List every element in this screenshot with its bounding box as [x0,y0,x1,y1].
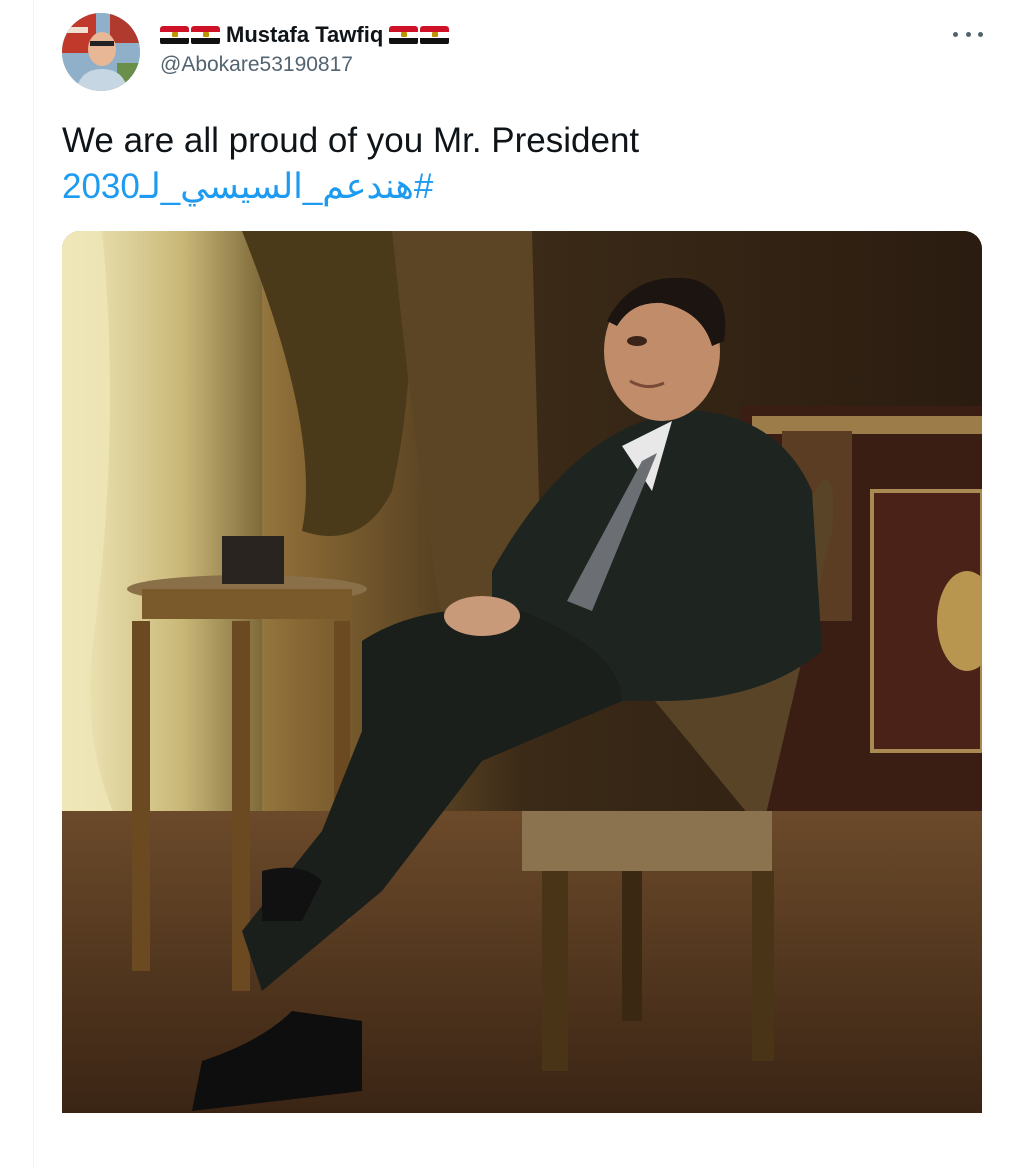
author-avatar[interactable] [62,13,140,91]
tweet-text: We are all proud of you Mr. President [62,121,640,160]
hashtag-link[interactable]: #هندعم_السيسي_لـ2030 [62,166,433,208]
timeline-divider [33,0,34,1168]
egypt-flag-icon [420,25,450,45]
author-name-row[interactable]: Mustafa Tawfiq [160,20,451,50]
egypt-flag-icon [389,25,419,45]
tweet-photo[interactable] [62,231,982,1113]
more-options-icon[interactable] [953,22,983,46]
author-display-name[interactable]: Mustafa Tawfiq [226,22,383,48]
egypt-flag-icon [191,25,220,45]
egypt-flag-icon [160,25,189,45]
author-handle[interactable]: @Abokare53190817 [160,53,353,77]
